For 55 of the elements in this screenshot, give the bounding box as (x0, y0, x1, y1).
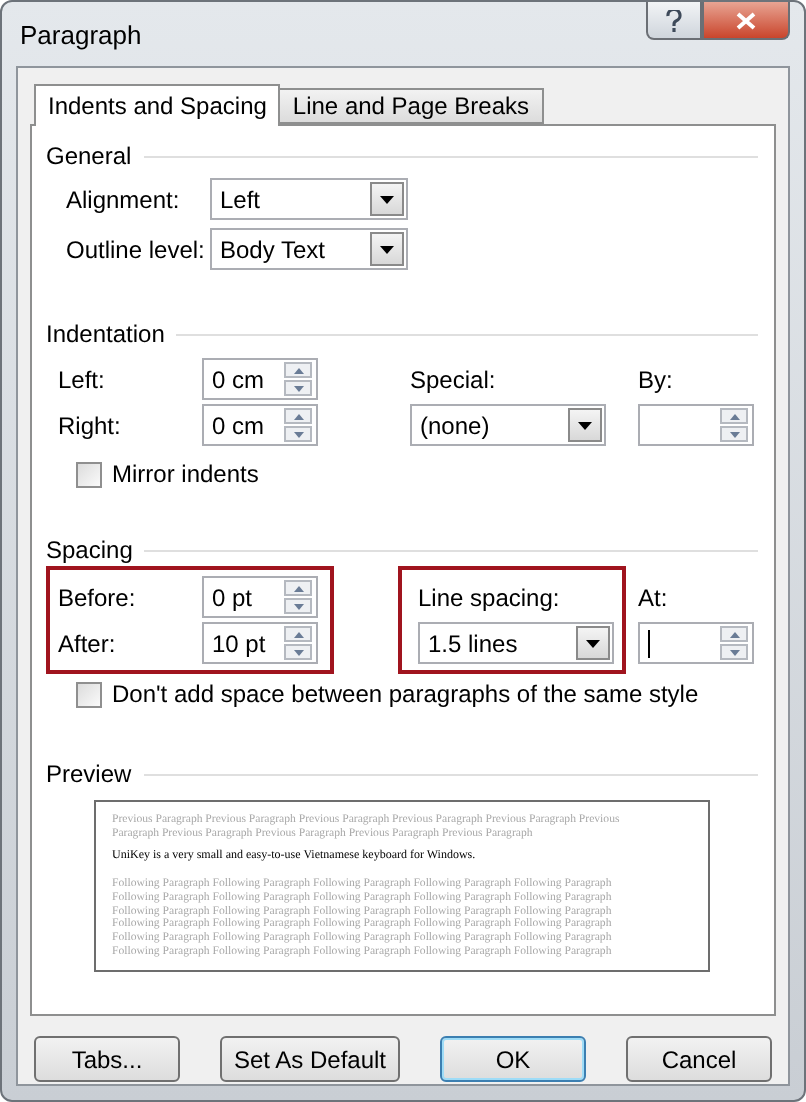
close-button[interactable] (702, 2, 790, 40)
field-label: Left: (58, 365, 107, 393)
section-heading: Indentation (46, 320, 165, 348)
dropdown[interactable]: 1.5 lines (418, 622, 614, 664)
field-label: By: (638, 365, 675, 393)
down-arrow-icon[interactable] (729, 431, 739, 437)
field-label: At: (638, 583, 670, 611)
window-title: Paragraph (20, 19, 142, 49)
checkbox[interactable] (76, 681, 102, 707)
field-label: Alignment: (66, 185, 182, 213)
dialog-button[interactable]: Tabs... (34, 1036, 180, 1082)
up-arrow-icon[interactable] (293, 367, 303, 373)
dropdown[interactable]: (none) (410, 404, 606, 446)
down-arrow-icon[interactable] (293, 603, 303, 609)
section-heading: Preview (46, 760, 132, 788)
dropdown-arrow-icon (578, 421, 592, 429)
spin-field[interactable]: 0 pt (202, 576, 318, 618)
dropdown[interactable]: Left (210, 178, 408, 220)
spin-field[interactable] (638, 404, 754, 446)
spin-field[interactable]: 0 cm (202, 358, 318, 400)
checkbox-label: Don't add space between paragraphs of the same style (112, 680, 699, 708)
spin-field[interactable] (638, 622, 754, 664)
down-arrow-icon[interactable] (293, 385, 303, 391)
dialog-button[interactable]: Set As Default (220, 1036, 400, 1082)
up-arrow-icon[interactable] (293, 631, 303, 637)
dropdown-arrow-icon (380, 195, 394, 203)
up-arrow-icon[interactable] (293, 413, 303, 419)
dialog-button[interactable]: Cancel (626, 1036, 772, 1082)
down-arrow-icon[interactable] (293, 649, 303, 655)
dropdown-arrow-icon (380, 245, 394, 253)
tab[interactable]: Indents and Spacing (34, 84, 281, 126)
dropdown-arrow-icon (586, 639, 600, 647)
field-label: Right: (58, 411, 123, 439)
help-button[interactable] (646, 2, 702, 40)
dropdown[interactable]: Body Text (210, 228, 408, 270)
up-arrow-icon[interactable] (729, 413, 739, 419)
field-label: After: (58, 629, 118, 657)
down-arrow-icon[interactable] (729, 649, 739, 655)
field-label: Before: (58, 583, 138, 611)
down-arrow-icon[interactable] (293, 431, 303, 437)
spin-field[interactable]: 10 pt (202, 622, 318, 664)
checkbox-label: Mirror indents (112, 460, 259, 488)
up-arrow-icon[interactable] (293, 585, 303, 591)
field-label: Outline level: (66, 235, 207, 263)
field-label: Special: (410, 365, 498, 393)
help-icon (666, 9, 682, 31)
up-arrow-icon[interactable] (729, 631, 739, 637)
close-icon (736, 11, 756, 29)
dialog-button[interactable]: OK (440, 1036, 586, 1082)
section-heading: General (46, 142, 132, 170)
spin-field[interactable]: 0 cm (202, 404, 318, 446)
section-heading: Spacing (46, 536, 133, 564)
tab[interactable]: Line and Page Breaks (278, 88, 544, 124)
field-label: Line spacing: (418, 583, 562, 611)
checkbox[interactable] (76, 461, 102, 487)
